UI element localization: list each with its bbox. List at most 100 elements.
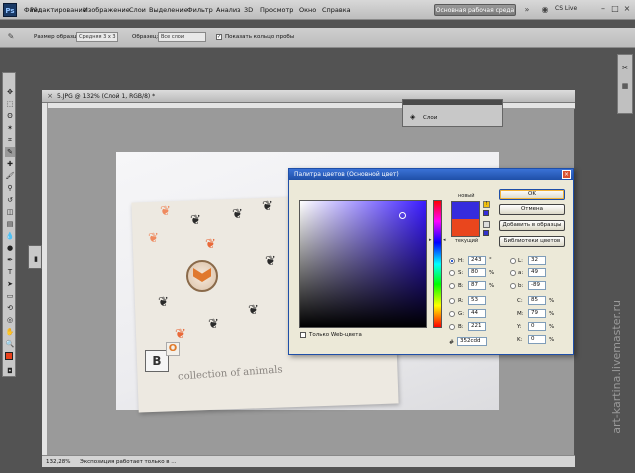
color-field[interactable] <box>299 200 427 328</box>
web-only-label: Только Web-цвета <box>309 332 362 338</box>
eraser-tool-icon[interactable]: ◫ <box>5 207 15 217</box>
s-radio[interactable] <box>449 270 455 276</box>
color-field-cursor[interactable] <box>399 212 406 219</box>
gradient-tool-icon[interactable]: ▤ <box>5 219 15 229</box>
eyedropper-tool-icon[interactable]: ✎ <box>5 147 15 157</box>
sample-size-select[interactable]: Средняя 3 x 3 <box>76 32 118 42</box>
clone-stamp-icon[interactable]: ⚲ <box>5 183 15 193</box>
dodge-tool-icon[interactable]: ● <box>5 243 15 253</box>
foreground-color-swatch[interactable] <box>5 352 13 360</box>
g-radio[interactable] <box>449 311 455 317</box>
slider-arrow-left-icon[interactable]: ▸ <box>429 237 432 243</box>
s-field[interactable]: 80 <box>468 268 486 277</box>
cancel-button[interactable]: Отмена <box>499 204 565 215</box>
menu-help[interactable]: Справка <box>322 6 351 14</box>
ok-button[interactable]: OK <box>499 189 565 200</box>
zoom-level[interactable]: 132,28% <box>46 459 70 465</box>
r-field[interactable]: 53 <box>468 296 486 305</box>
menu-window[interactable]: Окно <box>299 6 316 14</box>
close-icon[interactable]: × <box>622 4 632 14</box>
slider-arrow-right-icon[interactable]: ◂ <box>443 237 446 243</box>
y-field[interactable]: 0 <box>528 322 546 331</box>
web-only-checkbox[interactable] <box>300 332 306 338</box>
cslive-menu[interactable]: CS Live <box>555 5 577 12</box>
path-select-icon[interactable]: ➤ <box>5 279 15 289</box>
blue-radio[interactable] <box>449 324 455 330</box>
move-tool-icon[interactable]: ✥ <box>5 87 15 97</box>
blue-field[interactable]: 221 <box>468 322 486 331</box>
type-tool-icon[interactable]: T <box>5 267 15 277</box>
sample-select[interactable]: Все слои <box>158 32 206 42</box>
status-text[interactable]: Экспозиция работает только в ... <box>80 459 177 465</box>
brush-tool-icon[interactable]: 🖌 <box>5 171 15 181</box>
gamut-swatch[interactable] <box>483 210 489 216</box>
b-radio[interactable] <box>449 283 455 289</box>
crop-tool-icon[interactable]: ⌗ <box>5 135 15 145</box>
brush-preset-icon[interactable]: ▮ <box>31 254 41 264</box>
b-field[interactable]: 87 <box>468 281 486 290</box>
chevron-right-icon[interactable]: » <box>522 5 532 15</box>
dialog-title-bar[interactable]: Палитра цветов (Основной цвет) × <box>289 169 573 180</box>
color-libraries-button[interactable]: Библиотеки цветов <box>499 236 565 247</box>
shape-tool-icon[interactable]: ▭ <box>5 291 15 301</box>
add-to-swatches-button[interactable]: Добавить в образцы <box>499 220 565 231</box>
maximize-icon[interactable]: □ <box>610 4 620 14</box>
magic-wand-icon[interactable]: ✶ <box>5 123 15 133</box>
zoom-tool-icon[interactable]: 🔍 <box>5 339 15 349</box>
web-safe-icon[interactable] <box>483 221 490 228</box>
menu-select[interactable]: Выделение <box>149 6 188 14</box>
layers-label[interactable]: Слои <box>423 115 437 121</box>
menu-view[interactable]: Просмотр <box>260 6 293 14</box>
k-field[interactable]: 0 <box>528 335 546 344</box>
hue-slider[interactable] <box>433 200 442 328</box>
h-radio[interactable] <box>449 258 455 264</box>
l-radio[interactable] <box>510 258 516 264</box>
tab-close-icon[interactable]: × <box>45 91 55 101</box>
pen-tool-icon[interactable]: ✒ <box>5 255 15 265</box>
quick-mask-icon[interactable]: ◘ <box>5 366 15 376</box>
new-color-label: новый <box>458 193 475 199</box>
a-radio[interactable] <box>510 270 516 276</box>
g-field[interactable]: 44 <box>468 309 486 318</box>
r-radio[interactable] <box>449 298 455 304</box>
paw-print-icon: ❦ <box>148 231 159 246</box>
hex-field[interactable]: 352cdd <box>457 337 487 346</box>
menu-edit[interactable]: Редактирование <box>30 6 87 14</box>
h-field[interactable]: 243 <box>468 256 486 265</box>
lab-b-field[interactable]: -89 <box>528 281 546 290</box>
menu-filter[interactable]: Фильтр <box>187 6 213 14</box>
c-field[interactable]: 85 <box>528 296 546 305</box>
current-color-label: текущий <box>455 238 479 244</box>
menu-layers[interactable]: Слои <box>129 6 146 14</box>
close-icon[interactable]: × <box>562 170 571 179</box>
panel-header[interactable] <box>403 100 502 105</box>
show-ring-checkbox[interactable]: ✓ <box>216 34 222 40</box>
3d-camera-icon[interactable]: ◎ <box>5 315 15 325</box>
menu-3d[interactable]: 3D <box>244 6 253 14</box>
eyedropper-icon[interactable]: ✎ <box>6 32 16 42</box>
a-field[interactable]: 49 <box>528 268 546 277</box>
menu-image[interactable]: Изображение <box>83 6 130 14</box>
panel-icon[interactable]: ▦ <box>620 81 630 91</box>
workspace-button[interactable]: Основная рабочая среда <box>434 4 516 16</box>
web-safe-swatch[interactable] <box>483 230 489 236</box>
layers-icon[interactable]: ◈ <box>410 113 415 121</box>
lab-b-radio[interactable] <box>510 283 516 289</box>
healing-brush-icon[interactable]: ✚ <box>5 159 15 169</box>
gamut-warning-icon[interactable]: ! <box>483 201 490 208</box>
k-unit: % <box>549 337 555 343</box>
cslive-icon[interactable]: ◉ <box>540 5 550 15</box>
hand-tool-icon[interactable]: ✋ <box>5 327 15 337</box>
tools-panel-icon[interactable]: ✂ <box>620 63 630 73</box>
3d-rotate-icon[interactable]: ⟲ <box>5 303 15 313</box>
letter-o-block: O <box>166 342 180 356</box>
current-color-swatch[interactable] <box>451 219 480 237</box>
marquee-tool-icon[interactable]: ⬚ <box>5 99 15 109</box>
menu-analysis[interactable]: Анализ <box>216 6 241 14</box>
blur-tool-icon[interactable]: 💧 <box>5 231 15 241</box>
l-field[interactable]: 32 <box>528 256 546 265</box>
minimize-icon[interactable]: – <box>598 4 608 14</box>
m-field[interactable]: 79 <box>528 309 546 318</box>
lasso-tool-icon[interactable]: ʘ <box>5 111 15 121</box>
history-brush-icon[interactable]: ↺ <box>5 195 15 205</box>
